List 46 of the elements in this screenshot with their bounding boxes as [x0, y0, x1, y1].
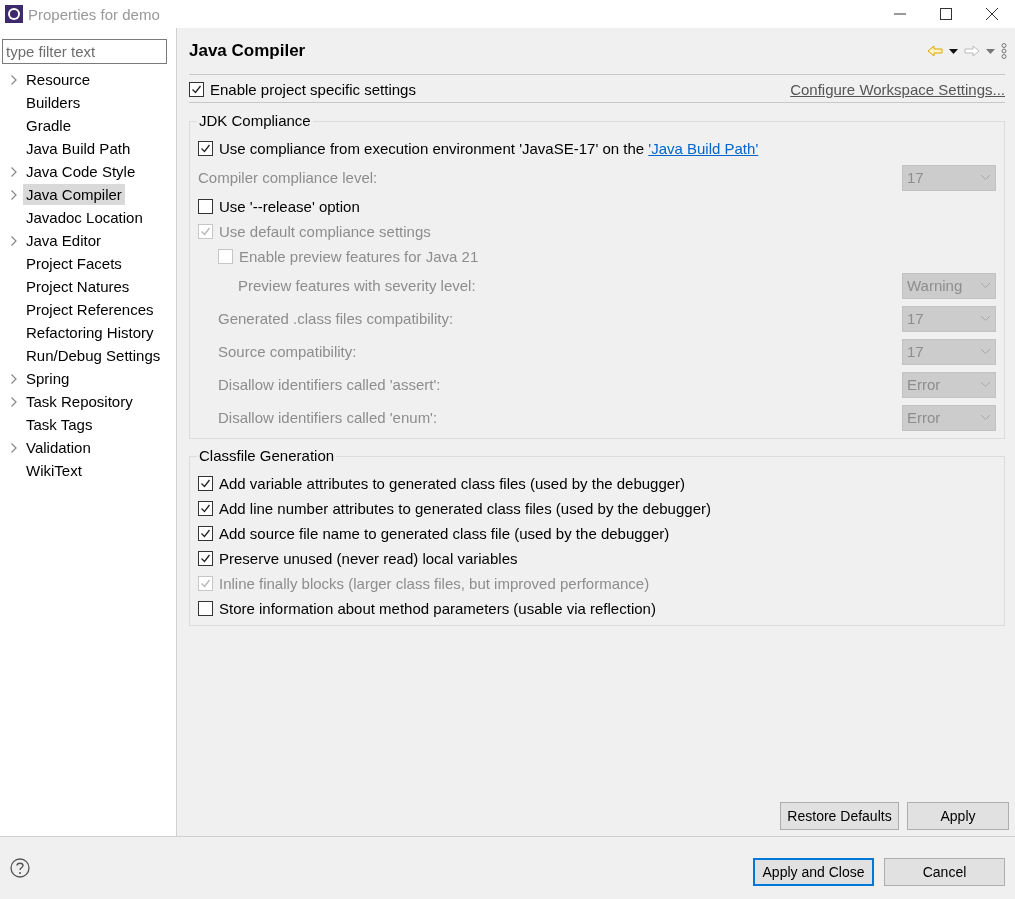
- tree-item[interactable]: Run/Debug Settings: [23, 345, 164, 366]
- tree-item[interactable]: Java Compiler: [23, 184, 125, 205]
- field-label: Compiler compliance level:: [198, 169, 378, 186]
- field-label: Generated .class files compatibility:: [218, 310, 454, 327]
- tree-item[interactable]: Task Tags: [23, 414, 96, 435]
- tree-item[interactable]: Project Natures: [23, 276, 133, 297]
- java-build-path-link[interactable]: 'Java Build Path': [648, 140, 759, 157]
- checkbox-label: Inline finally blocks (larger class files, but improved performance): [219, 575, 650, 592]
- field-label: Disallow identifiers called 'assert':: [218, 376, 441, 393]
- tree-item[interactable]: Javadoc Location: [23, 207, 146, 228]
- group-title: Classfile Generation: [197, 447, 337, 464]
- restore-defaults-button[interactable]: Restore Defaults: [780, 802, 899, 830]
- tree-item[interactable]: Java Code Style: [23, 161, 139, 182]
- tree-item[interactable]: Task Repository: [23, 391, 136, 412]
- filter-field[interactable]: type filter text: [2, 39, 167, 64]
- checkbox-label: Add variable attributes to generated class files (used by the debugger): [219, 475, 686, 492]
- tree-item[interactable]: Resource: [23, 69, 94, 90]
- window-title: Properties for demo: [28, 5, 161, 23]
- tree-item[interactable]: Project References: [23, 299, 157, 320]
- tree-item[interactable]: Java Build Path: [23, 138, 134, 159]
- tree-item[interactable]: Refactoring History: [23, 322, 157, 343]
- field-label: Disallow identifiers called 'enum':: [218, 409, 438, 426]
- tree-item[interactable]: Builders: [23, 92, 84, 113]
- tree-item[interactable]: Spring: [23, 368, 73, 389]
- tree-item[interactable]: Java Editor: [23, 230, 105, 251]
- checkbox-label: Preserve unused (never read) local variables: [219, 550, 518, 567]
- apply-button[interactable]: Apply: [907, 802, 1009, 830]
- checkbox-label: Add source file name to generated class file (used by the debugger): [219, 525, 670, 542]
- checkbox-label: Use compliance from execution environment 'JavaSE-17' on the 'Java Build Path': [219, 140, 759, 157]
- field-label: Source compatibility:: [218, 343, 357, 360]
- checkbox-label: Enable project specific settings: [210, 80, 416, 98]
- checkbox-label: Use '--release' option: [219, 198, 360, 215]
- checkbox-label: Store information about method parameters (usable via reflection): [219, 600, 656, 617]
- page-title: Java Compiler: [189, 41, 306, 61]
- dialog-button[interactable]: Apply and Close: [753, 858, 874, 886]
- configure-workspace-link[interactable]: Configure Workspace Settings...: [790, 80, 1005, 98]
- tree-item[interactable]: WikiText: [23, 460, 85, 481]
- field-label: Preview features with severity level:: [238, 277, 476, 294]
- checkbox-label: Enable preview features for Java 21: [239, 248, 479, 265]
- tree-item[interactable]: Project Facets: [23, 253, 125, 274]
- checkbox-label: Add line number attributes to generated class files (used by the debugger): [219, 500, 711, 517]
- group-title: JDK Compliance: [197, 112, 313, 129]
- checkbox-label: Use default compliance settings: [219, 223, 431, 240]
- tree-item[interactable]: Gradle: [23, 115, 75, 136]
- dialog-button[interactable]: Cancel: [884, 858, 1005, 886]
- tree-item[interactable]: Validation: [23, 437, 94, 458]
